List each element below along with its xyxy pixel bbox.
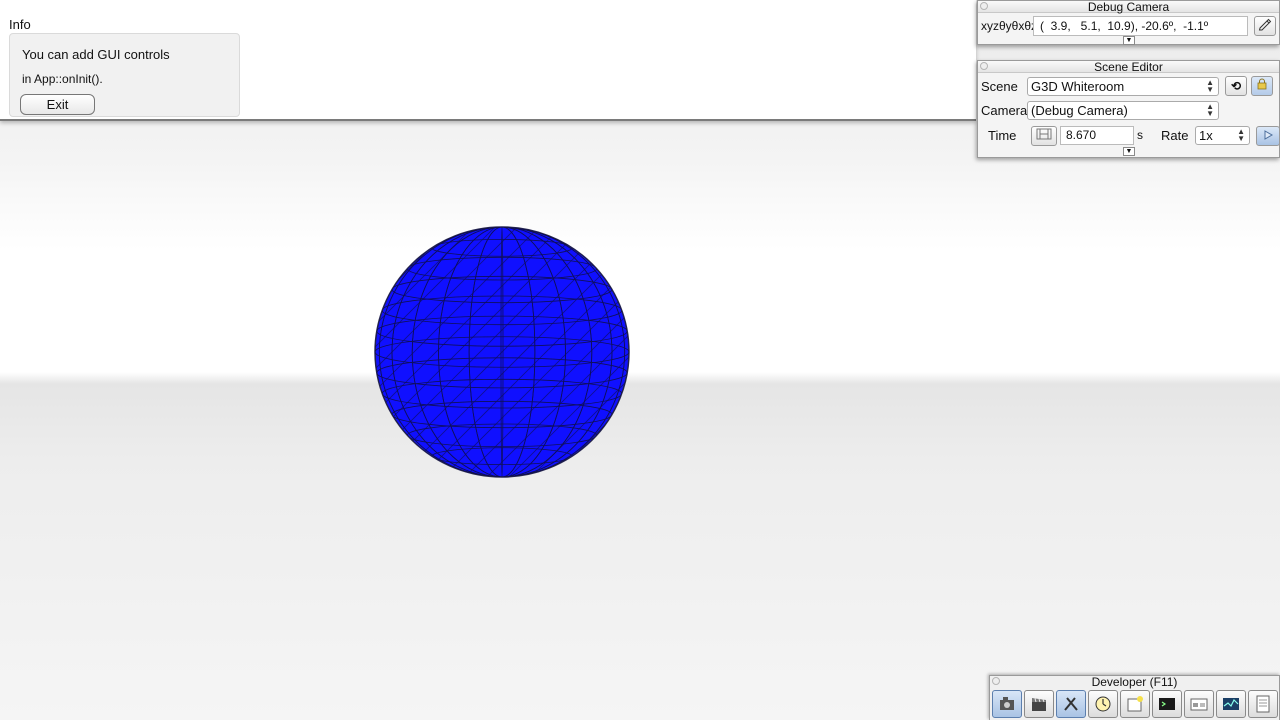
play-button[interactable]	[1256, 126, 1280, 146]
camera-select[interactable]: (Debug Camera) ▲ ▼	[1027, 101, 1219, 120]
time-input[interactable]: 8.670	[1060, 126, 1134, 145]
debug-camera-titlebar[interactable]: Debug Camera	[978, 1, 1279, 13]
reload-icon: ⟲	[1230, 79, 1242, 93]
play-icon	[1264, 130, 1274, 140]
close-icon[interactable]	[980, 2, 988, 10]
edit-camera-button[interactable]	[1254, 16, 1276, 36]
debug-camera-title: Debug Camera	[1087, 0, 1170, 14]
camera-coordinates-field[interactable]: ( 3.9, 5.1, 10.9), -20.6º, -1.1º	[1033, 16, 1248, 36]
lock-icon	[1257, 78, 1267, 90]
reload-scene-button[interactable]: ⟲	[1225, 76, 1247, 96]
camera-coord-label: xyzθyθxθz	[981, 19, 1038, 33]
select-arrows-icon: ▲ ▼	[1206, 102, 1214, 118]
info-panel-title: Info	[9, 17, 31, 32]
scene-editor-title: Scene Editor	[1094, 60, 1163, 74]
rate-select-value: 1x	[1199, 128, 1213, 143]
developer-tool-button[interactable]	[1120, 690, 1150, 718]
scene-editor-titlebar[interactable]: Scene Editor	[978, 61, 1279, 73]
camera-select-value: (Debug Camera)	[1031, 103, 1128, 118]
new-window-icon	[1127, 696, 1143, 712]
developer-window: Developer (F11)	[989, 675, 1280, 720]
close-icon[interactable]	[992, 677, 1000, 685]
camera-icon	[1000, 697, 1014, 710]
scene-editor-window: Scene Editor Scene G3D Whiteroom ▲ ▼ ⟲ Ca…	[977, 60, 1280, 158]
blue-wireframe-sphere	[374, 226, 630, 478]
developer-title: Developer (F11)	[1091, 675, 1178, 689]
collapse-arrow-icon[interactable]: ▼	[1123, 36, 1135, 45]
developer-tool-button[interactable]	[1184, 690, 1214, 718]
scene-select-value: G3D Whiteroom	[1031, 79, 1125, 94]
rate-select[interactable]: 1x ▲ ▼	[1195, 126, 1250, 145]
console-icon	[1159, 698, 1175, 710]
film-clapper-icon	[1032, 698, 1046, 711]
rate-label: Rate	[1161, 128, 1189, 143]
tools-icon	[1064, 697, 1078, 711]
camera-label: Camera	[981, 103, 1028, 118]
time-unit: s	[1137, 128, 1143, 142]
developer-tool-button[interactable]	[1056, 690, 1086, 718]
developer-toolbar	[992, 690, 1278, 718]
developer-tool-button[interactable]	[992, 690, 1022, 718]
developer-tool-button[interactable]	[1152, 690, 1182, 718]
profiler-clock-icon	[1095, 696, 1111, 712]
scene-select[interactable]: G3D Whiteroom ▲ ▼	[1027, 77, 1219, 96]
time-label: Time	[988, 128, 1017, 143]
info-text-line1: You can add GUI controls	[22, 47, 170, 62]
close-icon[interactable]	[980, 62, 988, 70]
performance-graph-icon	[1223, 698, 1239, 710]
developer-tool-button[interactable]	[1088, 690, 1118, 718]
scene-graph-icon	[1190, 698, 1208, 711]
lock-scene-button[interactable]	[1251, 76, 1273, 96]
developer-tool-button[interactable]	[1248, 690, 1278, 718]
scene-label: Scene	[981, 79, 1018, 94]
log-document-icon	[1256, 695, 1270, 713]
pencil-icon	[1258, 18, 1272, 31]
select-arrows-icon: ▲ ▼	[1206, 78, 1214, 94]
exit-button[interactable]: Exit	[20, 94, 95, 115]
info-text-line2: in App::onInit().	[22, 72, 103, 86]
info-panel: Info You can add GUI controls in App::on…	[0, 0, 976, 121]
film-strip-icon	[1036, 128, 1052, 140]
developer-titlebar[interactable]: Developer (F11)	[990, 676, 1279, 688]
select-arrows-icon: ▲ ▼	[1237, 127, 1245, 143]
info-panel-body: You can add GUI controls in App::onInit(…	[9, 33, 240, 117]
developer-tool-button[interactable]	[1216, 690, 1246, 718]
time-control-button[interactable]	[1031, 126, 1057, 146]
debug-camera-window: Debug Camera xyzθyθxθz ( 3.9, 5.1, 10.9)…	[977, 0, 1280, 45]
collapse-arrow-icon[interactable]: ▼	[1123, 147, 1135, 156]
developer-tool-button[interactable]	[1024, 690, 1054, 718]
